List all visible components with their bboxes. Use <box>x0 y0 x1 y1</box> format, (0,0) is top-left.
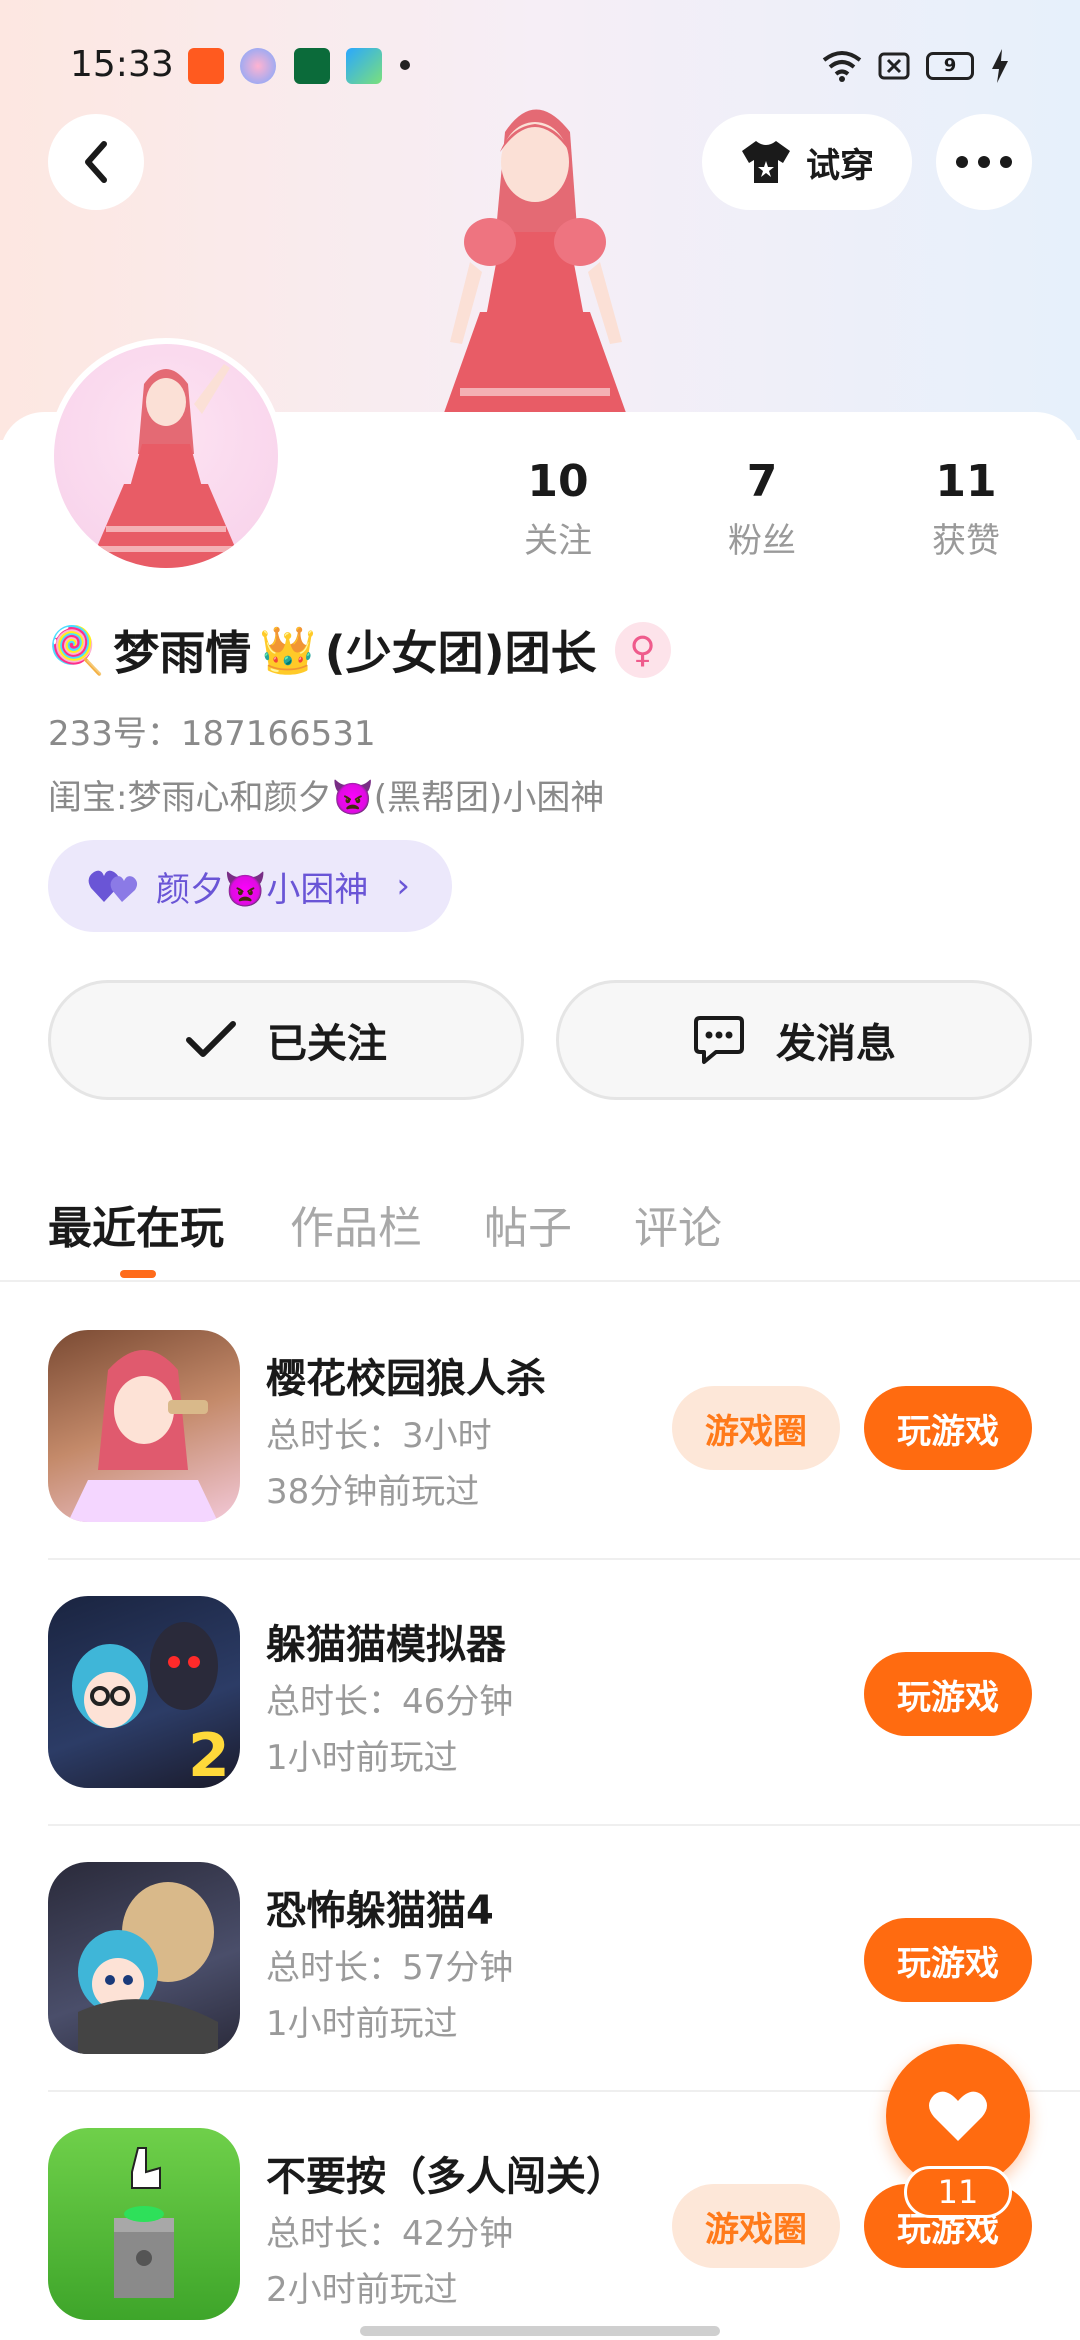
game-title: 恐怖躲猫猫4 <box>266 1888 494 1934</box>
home-indicator <box>360 2326 720 2336</box>
profile-tabs: 最近在玩 作品栏 帖子 评论 <box>0 1180 1080 1280</box>
game-thumbnail <box>68 1350 218 1522</box>
send-message-label: 发消息 <box>776 1021 896 1067</box>
lollipop-emoji: 🍭 <box>48 622 106 677</box>
game-duration: 总时长：57分钟 <box>266 1948 514 1988</box>
stat-following[interactable]: 10 关注 <box>458 456 658 562</box>
more-dots-icon <box>956 156 1012 168</box>
stat-value: 7 <box>746 456 778 507</box>
kuaishou-app-icon <box>188 48 224 84</box>
user-bio: 闺宝:梦雨心和颜夕👿(黑帮团)小困神 <box>48 778 605 818</box>
avatar[interactable] <box>48 338 284 574</box>
stat-label: 粉丝 <box>728 521 796 561</box>
game-last-played: 2小时前玩过 <box>266 2270 458 2310</box>
game-icon <box>48 2128 240 2320</box>
game-thumbnail <box>78 1882 218 2054</box>
game-last-played: 1小时前玩过 <box>266 1738 458 1778</box>
game-icon <box>48 1862 240 2054</box>
female-gender-icon: ♀ <box>614 622 671 678</box>
double-heart-icon <box>88 870 138 902</box>
like-count-badge: 11 <box>904 2166 1012 2218</box>
divider <box>48 1558 1080 1560</box>
tab-divider <box>0 1280 1080 1282</box>
cp-name: 颜夕👿小困神 <box>156 869 369 910</box>
user-name: 🍭 梦雨情 👑 (少女团)团长 ♀ <box>48 620 671 680</box>
tab-works[interactable]: 作品栏 <box>290 1192 422 1256</box>
divider <box>48 1824 1080 1826</box>
stat-value: 10 <box>527 456 589 507</box>
game-title: 躲猫猫模拟器 <box>266 1622 506 1668</box>
chevron-right-icon: › <box>396 866 410 906</box>
battery-icon: 9 <box>926 52 974 80</box>
status-time: 15:33 <box>70 44 174 85</box>
game-duration: 总时长：42分钟 <box>266 2214 514 2254</box>
try-on-button[interactable]: 试穿 <box>702 114 912 210</box>
game-thumbnail: 2 <box>72 1622 230 1788</box>
svg-text:2: 2 <box>188 1721 230 1788</box>
list-item[interactable]: 2 躲猫猫模拟器 总时长：46分钟 1小时前玩过 玩游戏 <box>0 1596 1080 1862</box>
game-duration: 总时长：3小时 <box>266 1416 492 1456</box>
avatar-figure <box>430 109 640 452</box>
try-on-label: 试穿 <box>806 145 874 186</box>
play-game-button[interactable]: 玩游戏 <box>864 1918 1032 2002</box>
back-arrow-icon <box>85 141 107 183</box>
stat-label: 关注 <box>524 521 592 561</box>
followed-label: 已关注 <box>267 1021 387 1067</box>
avatar-image <box>88 364 244 568</box>
check-icon <box>186 1021 236 1057</box>
wifi-icon <box>822 51 862 82</box>
send-app-icon <box>346 48 382 84</box>
game-duration: 总时长：46分钟 <box>266 1682 514 1722</box>
stat-value: 11 <box>935 456 997 507</box>
more-button[interactable] <box>936 114 1032 210</box>
send-message-button[interactable]: 发消息 <box>556 980 1032 1100</box>
game-title: 樱花校园狼人杀 <box>266 1356 546 1402</box>
more-notifications-icon <box>400 60 410 70</box>
status-right: 9 <box>822 46 1010 86</box>
game-last-played: 38分钟前玩过 <box>266 1472 480 1512</box>
stat-followers[interactable]: 7 粉丝 <box>662 456 862 562</box>
back-button[interactable] <box>48 114 144 210</box>
name-main: 梦雨情 <box>113 626 252 680</box>
tab-posts[interactable]: 帖子 <box>484 1192 572 1256</box>
game-last-played: 1小时前玩过 <box>266 2004 458 2044</box>
name-suffix: (少女团)团长 <box>324 626 597 680</box>
followed-button[interactable]: 已关注 <box>48 980 524 1100</box>
charging-icon <box>992 49 1008 83</box>
stat-label: 获赞 <box>932 521 1000 561</box>
play-game-button[interactable]: 玩游戏 <box>864 1386 1032 1470</box>
game-circle-button[interactable]: 游戏圈 <box>672 2184 840 2268</box>
crown-emoji: 👑 <box>259 622 317 677</box>
game-thumbnail <box>114 2147 174 2298</box>
list-item[interactable]: 樱花校园狼人杀 总时长：3小时 38分钟前玩过 游戏圈 玩游戏 <box>0 1330 1080 1596</box>
heart-icon <box>929 2091 987 2141</box>
game-circle-button[interactable]: 游戏圈 <box>672 1386 840 1470</box>
active-tab-indicator <box>120 1270 156 1278</box>
game-title: 不要按（多人闯关） <box>266 2154 626 2200</box>
cp-relation-chip[interactable]: 颜夕👿小困神 › <box>48 840 452 932</box>
sim-off-icon <box>878 52 910 80</box>
chat-bubble-icon <box>694 1016 744 1064</box>
palette-app-icon <box>240 48 276 84</box>
tab-comments[interactable]: 评论 <box>634 1192 722 1256</box>
oppo-app-icon <box>294 48 330 84</box>
tab-recently-played[interactable]: 最近在玩 <box>48 1192 224 1256</box>
game-icon: 2 <box>48 1596 240 1788</box>
game-icon <box>48 1330 240 1522</box>
user-id[interactable]: 233号：187166531 <box>48 706 376 755</box>
tshirt-icon <box>742 141 790 183</box>
play-game-button[interactable]: 玩游戏 <box>864 1652 1032 1736</box>
stat-likes[interactable]: 11 获赞 <box>866 456 1066 562</box>
